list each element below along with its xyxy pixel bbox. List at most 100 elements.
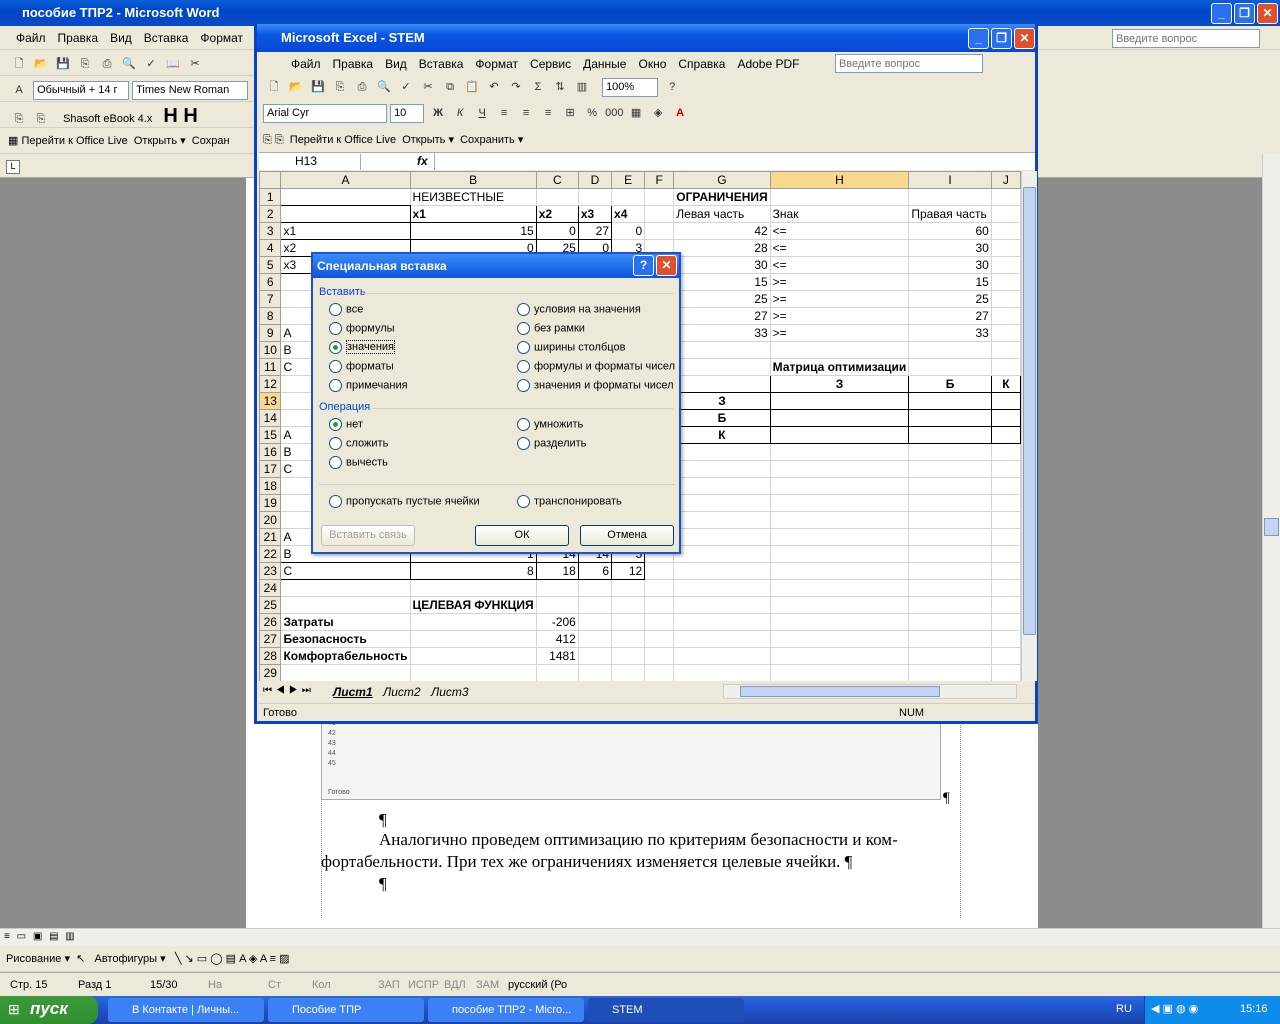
row-header[interactable]: 12: [259, 375, 282, 393]
cell[interactable]: [644, 647, 675, 665]
underline-icon[interactable]: Ч: [472, 103, 492, 123]
cell[interactable]: [990, 664, 1021, 681]
excel-menu-adobe-pdf[interactable]: Adobe PDF: [731, 55, 805, 73]
excel-maximize-button[interactable]: ❐: [991, 28, 1012, 49]
new-icon[interactable]: 🗋: [264, 77, 284, 97]
cell[interactable]: [908, 460, 992, 478]
cell[interactable]: [769, 392, 910, 410]
preview-icon[interactable]: 🔍: [374, 77, 394, 97]
row-header[interactable]: 26: [259, 613, 282, 631]
cell[interactable]: [644, 205, 675, 223]
status-ovr[interactable]: ЗАМ: [476, 979, 499, 991]
row-header[interactable]: 24: [259, 579, 282, 597]
bold-icon[interactable]: Ж: [428, 103, 448, 123]
row-header[interactable]: 23: [259, 562, 282, 580]
row-header[interactable]: 17: [259, 460, 282, 478]
dialog-close-button[interactable]: ✕: [656, 255, 677, 276]
word-menu-view[interactable]: Вид: [104, 29, 138, 47]
spell-icon[interactable]: ✓: [141, 54, 161, 74]
paste-formats-radio[interactable]: форматы: [329, 360, 394, 373]
cell[interactable]: [611, 596, 646, 614]
excel-menu-format[interactable]: Формат: [469, 55, 524, 73]
row-header[interactable]: 20: [259, 511, 282, 529]
paste-formulas-numformats-radio[interactable]: формулы и форматы чисел: [517, 360, 675, 373]
cell[interactable]: [769, 596, 910, 614]
font-color-icon[interactable]: A: [670, 103, 690, 123]
excel-hscroll-thumb[interactable]: [740, 686, 940, 697]
cell[interactable]: 6: [577, 562, 613, 580]
paste-column-widths-radio[interactable]: ширины столбцов: [517, 341, 625, 354]
cell[interactable]: [769, 630, 910, 648]
operation-divide-radio[interactable]: разделить: [517, 437, 586, 450]
paste-no-borders-radio[interactable]: без рамки: [517, 322, 585, 335]
cell[interactable]: [611, 613, 646, 631]
cell[interactable]: [769, 528, 910, 546]
cell[interactable]: [577, 579, 613, 597]
cell[interactable]: Правая часть: [908, 205, 992, 223]
copy-icon[interactable]: ⧉: [440, 77, 460, 97]
cell[interactable]: 33: [908, 324, 992, 342]
paste-values-numformats-radio[interactable]: значения и форматы чисел: [517, 379, 674, 392]
cell[interactable]: 15: [908, 273, 992, 291]
shasoft-button[interactable]: Shasoft eBook 4.x: [63, 113, 152, 125]
cell[interactable]: [908, 188, 992, 206]
cell[interactable]: [280, 205, 411, 223]
operation-none-radio[interactable]: нет: [329, 418, 363, 431]
cell[interactable]: >=: [769, 290, 910, 308]
excel-vertical-scrollbar[interactable]: [1021, 171, 1037, 681]
cell[interactable]: [990, 290, 1021, 308]
word-menu-file[interactable]: Файл: [10, 29, 52, 47]
pdf-icon[interactable]: ⎘ ⎘: [263, 134, 284, 146]
cell[interactable]: <=: [769, 222, 910, 240]
arrow-tool-icon[interactable]: ↘: [185, 953, 194, 965]
cell[interactable]: [769, 494, 910, 512]
fill-color-icon[interactable]: ◈: [249, 953, 257, 965]
cell[interactable]: [908, 477, 992, 495]
operation-multiply-radio[interactable]: умножить: [517, 418, 583, 431]
align-center-icon[interactable]: ≡: [516, 103, 536, 123]
cell[interactable]: [673, 511, 771, 529]
redo-icon[interactable]: ↷: [506, 77, 526, 97]
word-minimize-button[interactable]: _: [1211, 3, 1232, 24]
cell[interactable]: [908, 613, 992, 631]
excel-menu-window[interactable]: Окно: [632, 55, 672, 73]
body-paragraph-line2[interactable]: фортабельности. При тех же ограничениях …: [321, 852, 961, 872]
status-rec[interactable]: ЗАП: [378, 979, 400, 991]
word-vertical-scrollbar[interactable]: [1262, 154, 1280, 928]
cell[interactable]: [280, 596, 411, 614]
borders-icon[interactable]: ▦: [626, 103, 646, 123]
formula-input[interactable]: [434, 153, 1034, 170]
sheet-nav-buttons[interactable]: ⏮◀▶⏭: [263, 685, 315, 696]
cell[interactable]: [990, 477, 1021, 495]
cell[interactable]: [644, 613, 675, 631]
cell[interactable]: -206: [535, 613, 579, 631]
cell[interactable]: [409, 647, 537, 665]
research-icon[interactable]: 📖: [163, 54, 183, 74]
clock[interactable]: 15:16: [1240, 1003, 1268, 1015]
column-header[interactable]: B: [409, 171, 537, 189]
row-header[interactable]: 29: [259, 664, 282, 681]
excel-menu-data[interactable]: Данные: [577, 55, 632, 73]
cell[interactable]: [990, 256, 1021, 274]
row-header[interactable]: 5: [259, 256, 282, 274]
cell[interactable]: Комфортабельность: [280, 647, 411, 665]
cell[interactable]: [577, 664, 613, 681]
word-menu-insert[interactable]: Вставка: [138, 29, 195, 47]
row-header[interactable]: 15: [259, 426, 282, 444]
cell[interactable]: [644, 188, 675, 206]
column-header[interactable]: I: [908, 171, 992, 189]
cell[interactable]: [990, 460, 1021, 478]
cell[interactable]: [673, 647, 771, 665]
cell[interactable]: [908, 409, 992, 427]
cell[interactable]: x3: [577, 205, 613, 223]
cell[interactable]: [769, 460, 910, 478]
name-box[interactable]: H13: [261, 154, 361, 170]
cell[interactable]: [990, 511, 1021, 529]
cell[interactable]: [409, 630, 537, 648]
cell[interactable]: [611, 579, 646, 597]
word-close-button[interactable]: ✕: [1257, 3, 1278, 24]
cell[interactable]: [990, 528, 1021, 546]
align-left-icon[interactable]: ≡: [494, 103, 514, 123]
excel-office-live-button[interactable]: Перейти к Office Live: [290, 134, 396, 146]
cell[interactable]: [990, 494, 1021, 512]
